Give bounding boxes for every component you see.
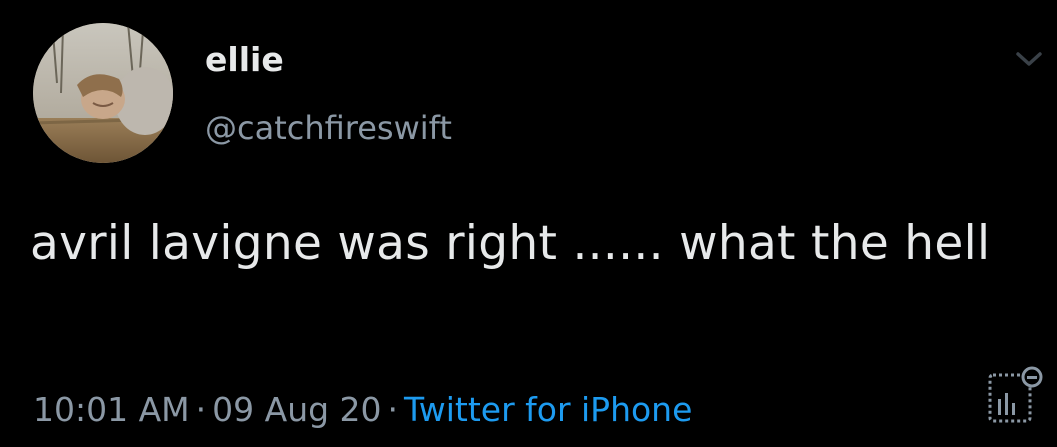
user-handle[interactable]: @catchfireswift [205, 108, 452, 148]
tweet-card: ellie @catchfireswift avril lavigne was … [0, 0, 1057, 447]
profile-photo-icon [33, 23, 173, 163]
meta-separator: · [195, 390, 207, 429]
tweet-source-link[interactable]: Twitter for iPhone [404, 390, 692, 429]
tweet-date[interactable]: 09 Aug 20 [212, 390, 381, 429]
tweet-time[interactable]: 10:01 AM [33, 390, 190, 429]
tweet-text: avril lavigne was right ...... what the … [30, 216, 991, 271]
avatar[interactable] [33, 23, 173, 163]
chevron-down-icon[interactable] [1014, 48, 1044, 70]
display-name[interactable]: ellie [205, 40, 284, 80]
tweet-metadata: 10:01 AM · 09 Aug 20 · Twitter for iPhone [33, 388, 692, 432]
meta-separator: · [387, 390, 399, 429]
analytics-icon[interactable] [986, 363, 1050, 427]
